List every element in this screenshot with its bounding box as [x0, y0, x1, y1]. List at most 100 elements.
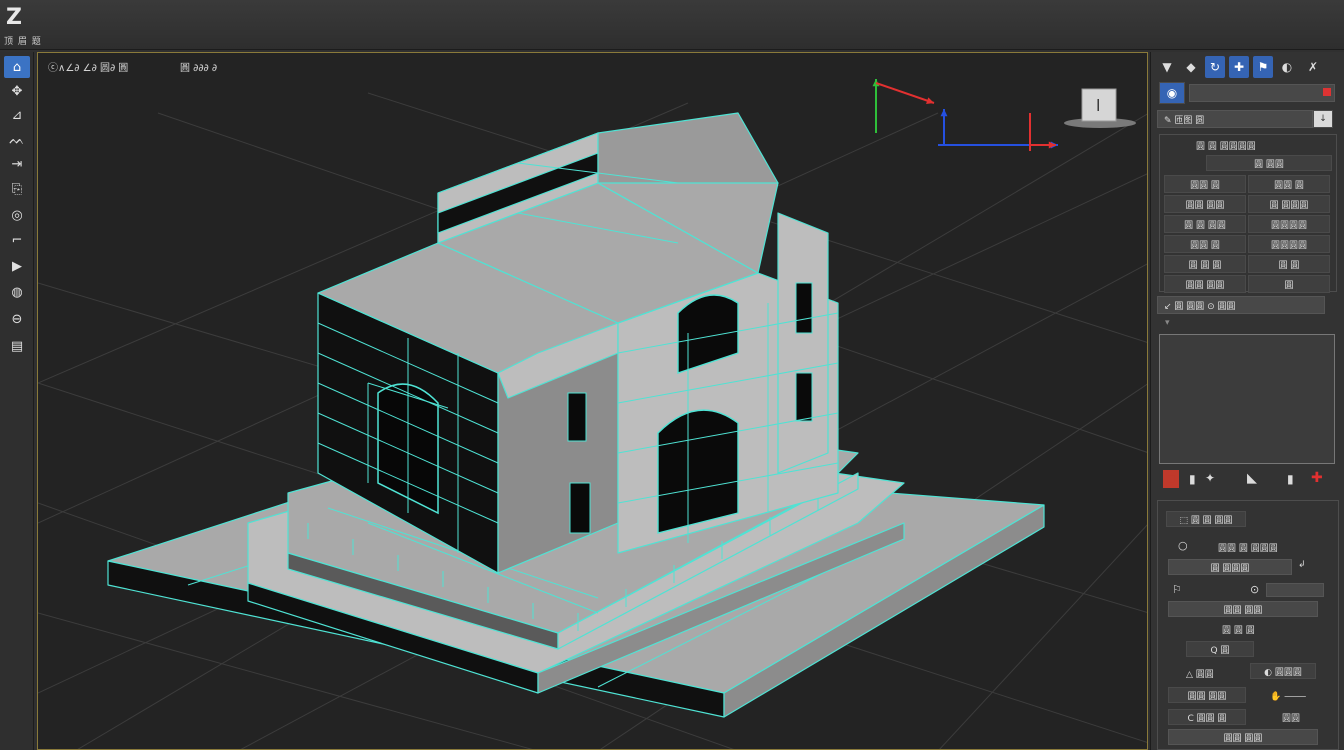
modifier-button[interactable]: 圓圓 圓圓 — [1164, 195, 1246, 213]
bottom-field[interactable]: 圓圓 圓圓 — [1168, 729, 1318, 745]
home-tool-button[interactable]: ⌂ — [4, 56, 30, 78]
right-wing — [777, 212, 829, 474]
modifier-group-subtitle[interactable]: 圓 圓圓 — [1206, 155, 1332, 171]
modifier-button[interactable]: 圓 圓 圓 — [1164, 255, 1246, 273]
hierarchy-tab[interactable]: ↻ — [1205, 56, 1225, 78]
side-window-lower — [569, 482, 591, 534]
row-d-left-button[interactable]: 圓圓 圓圓 — [1168, 687, 1246, 703]
modifier-button[interactable]: 圓圓 圓 — [1164, 175, 1246, 193]
target-tool-button[interactable]: ◎ — [4, 204, 30, 226]
paint-bucket-icon[interactable]: ◣ — [1247, 471, 1257, 486]
motion-tab[interactable]: ✚ — [1229, 56, 1249, 78]
edge-tool-button[interactable]: ⊿ — [4, 104, 30, 126]
view-cube-label: l — [1096, 96, 1100, 115]
modifier-button[interactable]: 圓圓圓圓 — [1248, 235, 1330, 253]
side-window-upper — [567, 392, 587, 442]
modify-tab-icon: ◆ — [1186, 60, 1196, 74]
x-axis-arrow — [875, 82, 935, 104]
modifier-button[interactable]: 圓 圓 — [1248, 255, 1330, 273]
globe-icon: ◍ — [11, 284, 23, 300]
pin-icon[interactable]: ▮ — [1189, 472, 1196, 486]
material-preview[interactable] — [1159, 334, 1335, 464]
viewport-shading-label[interactable]: 圓 ∂∂∂ ∂ — [180, 59, 217, 74]
bevel-icon: ⌐ — [11, 232, 23, 248]
move-tool-button[interactable]: ✥ — [4, 80, 30, 102]
object-type-button[interactable]: ◉ — [1159, 82, 1185, 104]
create-tab[interactable]: ▼ — [1157, 56, 1177, 78]
search-input[interactable] — [1189, 84, 1335, 102]
app-logo: Z — [6, 5, 22, 30]
circle-button[interactable]: ◐ 圓圓圓 — [1250, 663, 1316, 679]
modeling-app-window: Z 顶 眉 题 ⌂ ✥ ⊿ ᨓ ⇥ ⎘ ◎ ⌐ ▶ ◍ ⊖ ▤ ⓒ∧∠∂ ∠∂ … — [0, 0, 1344, 750]
hierarchy-tab-icon: ↻ — [1209, 60, 1221, 74]
radio-icon[interactable]: ○ — [1178, 539, 1188, 552]
flag-icon[interactable]: ▮ — [1287, 472, 1294, 486]
render-tool-button[interactable]: ⎘ — [4, 178, 30, 200]
globe-tool-button[interactable]: ◍ — [4, 281, 30, 303]
radio-label: 圓圓 圓 圓圓圓 — [1218, 544, 1278, 554]
right-window-top — [795, 282, 813, 334]
command-panel: ▼ ◆ ↻ ✚ ⚑ ◐ ✗ ◉ ✎ 匝图 圆 ↓ 圓 圓 圓圓圓圓 圓 圓圓 圓… — [1150, 52, 1344, 750]
stack-arrow-icon: ▾ — [1165, 318, 1170, 328]
viewport-label[interactable]: ⓒ∧∠∂ ∠∂ 圆∂ 圓 — [48, 59, 128, 74]
edge-icon: ⊿ — [11, 107, 23, 123]
name-field-dropdown[interactable]: ↓ — [1313, 110, 1333, 128]
modify-tab[interactable]: ◆ — [1181, 56, 1201, 78]
utilities-tab[interactable]: ◐ — [1277, 56, 1297, 78]
camera-tool-button[interactable]: ▶ — [4, 255, 30, 277]
roof-cap — [597, 112, 779, 184]
param-field-b-icon[interactable]: ⊙ — [1250, 583, 1259, 596]
param-field-a[interactable]: 圓 圓圓圓 — [1168, 559, 1292, 575]
stack-tool-button[interactable]: ▤ — [4, 335, 30, 357]
row-d-right-label: ✋ ⸻ — [1270, 692, 1307, 702]
param-field-c[interactable]: 圓圓 圓圓 — [1168, 601, 1318, 617]
modifier-button[interactable]: 圓 圓 圓圓 — [1164, 215, 1246, 233]
stack-icon: ▤ — [10, 338, 24, 354]
target-icon: ◎ — [11, 207, 23, 223]
z-axis-stem-head — [940, 109, 948, 117]
modifier-button[interactable]: 圓 圓圓圓 — [1248, 195, 1330, 213]
param-field-b[interactable] — [1266, 583, 1324, 597]
axis-gizmo[interactable] — [872, 79, 1058, 151]
create-tab-icon: ▼ — [1162, 60, 1172, 74]
3d-viewport[interactable]: ⓒ∧∠∂ ∠∂ 圆∂ 圓 圓 ∂∂∂ ∂ l — [37, 52, 1148, 750]
x-axis-arrow-head — [926, 97, 934, 104]
close-tab[interactable]: ✗ — [1303, 56, 1323, 78]
modifier-button[interactable]: 圓圓 圓 — [1248, 175, 1330, 193]
camera-icon: ▶ — [12, 258, 22, 274]
move-icon: ✥ — [11, 83, 23, 99]
paint-icon: ᨓ — [9, 132, 25, 148]
paint-tool-button[interactable]: ᨓ — [4, 129, 30, 151]
building-model[interactable] — [107, 112, 1045, 718]
motion-tab-icon: ✚ — [1233, 60, 1245, 74]
object-name-field[interactable]: ✎ 匝图 圆 — [1157, 110, 1313, 128]
param-label-c: 圓 圓 圓 — [1222, 626, 1255, 636]
modifier-group: 圓 圓 圓圓圓圓 圓 圓圓 圓圓 圓圓圓 圓圓圓 圓圓圓 圓圓圓圓 圓 圓圓 圓圓… — [1159, 134, 1337, 293]
row-e-right-label: 圓圓 — [1282, 714, 1301, 724]
modifier-button[interactable]: 圓 — [1248, 275, 1330, 293]
sparkle-icon[interactable]: ✦ — [1205, 471, 1215, 485]
view-cube[interactable]: l — [1058, 85, 1138, 135]
utilities-tab-icon: ◐ — [1281, 60, 1293, 74]
add-icon[interactable]: ✚ — [1311, 470, 1323, 486]
bevel-tool-button[interactable]: ⌐ — [4, 229, 30, 251]
node-icon: ⚐ — [1172, 583, 1182, 596]
modifier-button[interactable]: 圓圓 圓 — [1164, 235, 1246, 253]
display-tab[interactable]: ⚑ — [1253, 56, 1273, 78]
modifier-button[interactable]: 圓圓圓圓 — [1248, 215, 1330, 233]
y-axis-arrow-head — [872, 79, 880, 87]
modifier-button[interactable]: 圓圓 圓圓 — [1164, 275, 1246, 293]
app-title: 顶 眉 题 — [4, 37, 42, 47]
modifier-stack-field[interactable]: ↙ 圓 圓圓 ⊙ 圓圓 — [1157, 296, 1325, 314]
split-tool-button[interactable]: ⇥ — [4, 153, 30, 175]
rollout-toggle-button[interactable]: ⬚ 圓 圓 圓圓 — [1166, 511, 1246, 527]
home-icon: ⌂ — [12, 59, 22, 75]
red-swatch-button[interactable]: ■ — [1163, 470, 1179, 488]
param-field-a-icon[interactable]: ↲ — [1298, 560, 1306, 570]
color-swatch[interactable] — [1323, 88, 1331, 96]
query-button[interactable]: Q 圓 — [1186, 641, 1254, 657]
left-toolbar: ⌂ ✥ ⊿ ᨓ ⇥ ⎘ ◎ ⌐ ▶ ◍ ⊖ ▤ — [0, 52, 34, 750]
layer-tool-button[interactable]: ⊖ — [4, 308, 30, 330]
top-menu-bar: Z 顶 眉 题 — [0, 0, 1344, 50]
row-e-left-button[interactable]: C 圓圓 圓 — [1168, 709, 1246, 725]
